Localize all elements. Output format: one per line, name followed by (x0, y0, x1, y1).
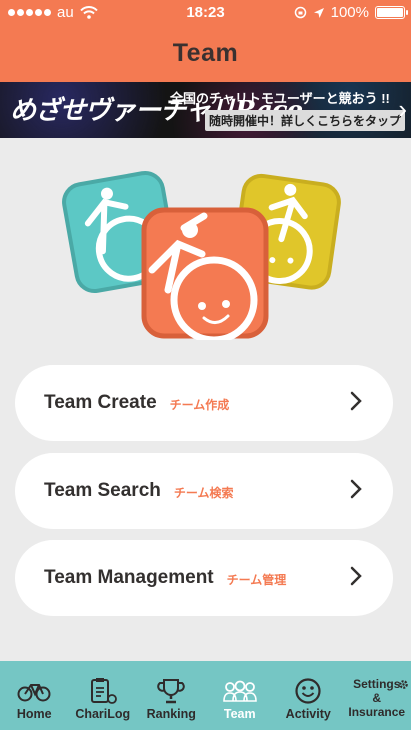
bicycle-icon (17, 684, 51, 702)
team-management-sublabel: チーム管理 (226, 573, 287, 587)
chevron-right-icon (350, 479, 362, 499)
banner-headline: 全国のチャリトモユーザーと競おう !! (170, 91, 390, 106)
tab-ranking-label: Ranking (146, 707, 196, 721)
team-illustration (62, 171, 341, 340)
chevron-right-icon (350, 566, 362, 586)
page-title: Team (172, 38, 239, 67)
chevron-right-icon (350, 391, 362, 411)
tab-bar: Home ChariLog Ranking Team Activity Sett… (0, 661, 411, 730)
tab-ranking[interactable]: Ranking (137, 661, 206, 730)
nav-bar: Team (0, 24, 411, 82)
tab-team-label: Team (223, 707, 256, 721)
team-search-button[interactable]: Team Search チーム検索 (15, 453, 393, 529)
team-management-button[interactable]: Team Management チーム管理 (15, 540, 393, 616)
chevron-right-icon: › (398, 94, 407, 124)
team-create-button[interactable]: Team Create チーム作成 (15, 365, 393, 441)
team-management-label: Team Management (44, 567, 214, 588)
race-banner[interactable]: めざせヴァーチャリRace 全国のチャリトモユーザーと競おう !! 随時開催中！… (0, 82, 411, 138)
tab-settings[interactable]: Settings & Insurance (343, 661, 411, 730)
tab-charilog[interactable]: ChariLog (69, 661, 138, 730)
trophy-icon (157, 679, 185, 704)
team-create-sublabel: チーム作成 (169, 398, 230, 412)
tab-home[interactable]: Home (0, 661, 69, 730)
tab-activity[interactable]: Activity (274, 661, 343, 730)
clipboard-icon (90, 678, 117, 704)
tab-charilog-label: ChariLog (75, 707, 131, 721)
team-icon (222, 680, 257, 702)
status-right: 100% (294, 4, 408, 21)
team-search-label: Team Search (44, 480, 161, 501)
smiley-icon (295, 678, 321, 704)
battery-percent: 100% (330, 4, 369, 21)
tab-settings-label: Settings & Insurance (348, 676, 406, 719)
team-search-sublabel: チーム検索 (173, 486, 234, 500)
team-create-label: Team Create (44, 392, 157, 413)
status-bar: au 18:23 100% (0, 0, 411, 24)
banner-subline: 随時開催中！詳しくこちらをタップ (205, 110, 406, 131)
tab-team[interactable]: Team (206, 661, 275, 730)
battery-icon (375, 6, 408, 19)
tab-home-label: Home (16, 707, 52, 721)
orange-cyclist-tile (141, 207, 269, 340)
location-icon (313, 7, 324, 18)
rotation-lock-icon (294, 6, 306, 19)
gear-icon (399, 680, 408, 689)
tab-activity-label: Activity (285, 707, 331, 721)
